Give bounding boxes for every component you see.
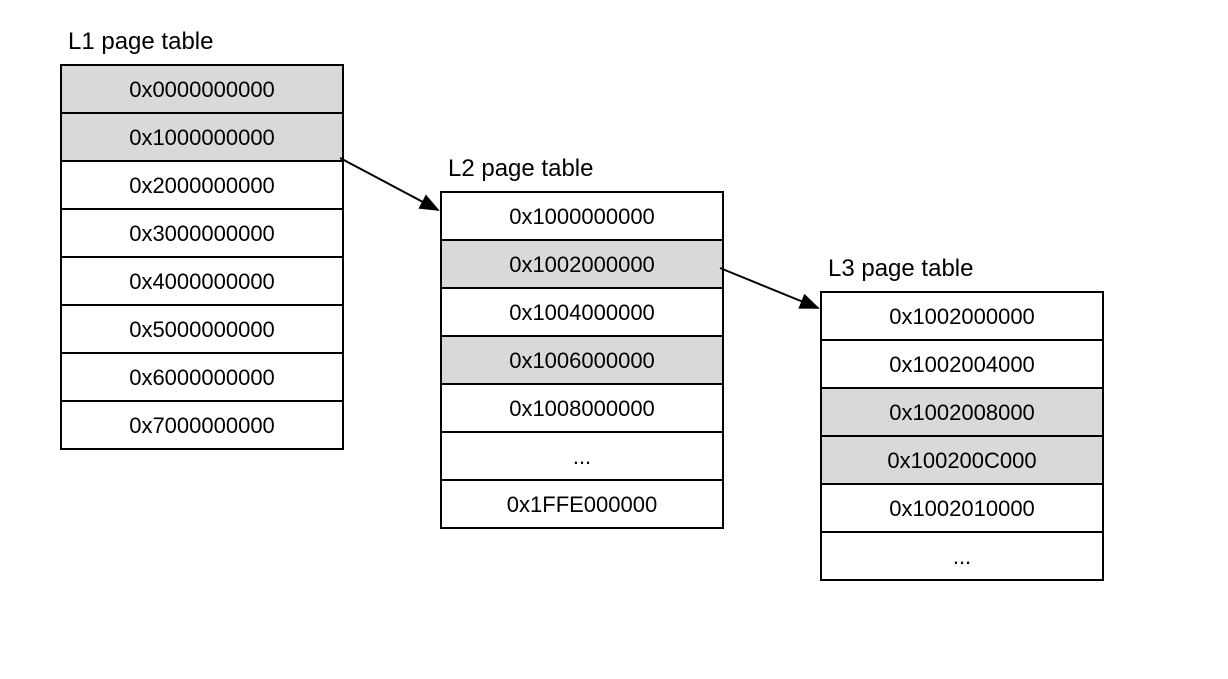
l1-title: L1 page table: [60, 28, 344, 56]
l2-row-0: 0x1000000000: [442, 193, 722, 241]
l1-row-7: 0x7000000000: [62, 402, 342, 450]
l1-page-table: L1 page table 0x00000000000x10000000000x…: [60, 28, 344, 450]
l2-title: L2 page table: [440, 155, 724, 183]
l1-row-0: 0x0000000000: [62, 66, 342, 114]
l3-title: L3 page table: [820, 255, 1104, 283]
l1-rows: 0x00000000000x10000000000x20000000000x30…: [60, 64, 344, 450]
l2-row-5: ...: [442, 433, 722, 481]
l1-row-1: 0x1000000000: [62, 114, 342, 162]
l2-row-2: 0x1004000000: [442, 289, 722, 337]
l3-row-1: 0x1002004000: [822, 341, 1102, 389]
l2-row-1: 0x1002000000: [442, 241, 722, 289]
l1-row-4: 0x4000000000: [62, 258, 342, 306]
l3-page-table: L3 page table 0x10020000000x10020040000x…: [820, 255, 1104, 581]
arrow-l1-to-l2: [340, 158, 438, 210]
l2-row-4: 0x1008000000: [442, 385, 722, 433]
l3-row-3: 0x100200C000: [822, 437, 1102, 485]
arrow-l2-to-l3: [720, 268, 818, 308]
l1-row-5: 0x5000000000: [62, 306, 342, 354]
l1-row-3: 0x3000000000: [62, 210, 342, 258]
l1-row-2: 0x2000000000: [62, 162, 342, 210]
l2-row-6: 0x1FFE000000: [442, 481, 722, 529]
l3-row-5: ...: [822, 533, 1102, 581]
l3-rows: 0x10020000000x10020040000x10020080000x10…: [820, 291, 1104, 581]
l2-page-table: L2 page table 0x10000000000x10020000000x…: [440, 155, 724, 529]
l3-row-4: 0x1002010000: [822, 485, 1102, 533]
l2-rows: 0x10000000000x10020000000x10040000000x10…: [440, 191, 724, 529]
l1-row-6: 0x6000000000: [62, 354, 342, 402]
l2-row-3: 0x1006000000: [442, 337, 722, 385]
l3-row-0: 0x1002000000: [822, 293, 1102, 341]
l3-row-2: 0x1002008000: [822, 389, 1102, 437]
